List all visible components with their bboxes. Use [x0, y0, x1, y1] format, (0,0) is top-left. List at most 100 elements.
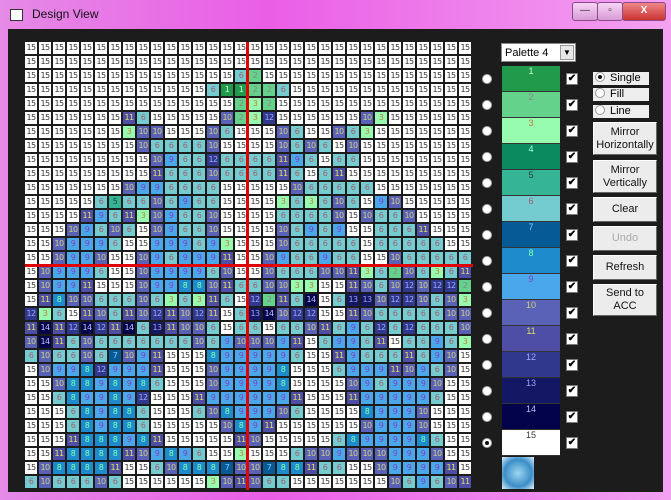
palette-checkbox-7[interactable]: ✔: [566, 229, 578, 241]
grid-cell[interactable]: 6: [333, 182, 345, 194]
grid-cell[interactable]: 10: [137, 140, 149, 152]
grid-cell[interactable]: 15: [53, 420, 65, 432]
grid-cell[interactable]: 15: [459, 462, 471, 474]
grid-cell[interactable]: 15: [179, 56, 191, 68]
grid-cell[interactable]: 9: [123, 364, 135, 376]
grid-cell[interactable]: 15: [375, 252, 387, 264]
grid-cell[interactable]: 6: [53, 476, 65, 488]
grid-cell[interactable]: 8: [81, 434, 93, 446]
title-bar[interactable]: Design View — ▫ X: [0, 0, 671, 28]
grid-cell[interactable]: 9: [389, 406, 401, 418]
grid-cell[interactable]: 15: [431, 210, 443, 222]
palette-dropdown[interactable]: Palette 4 ▼: [501, 43, 576, 62]
grid-cell[interactable]: 15: [207, 42, 219, 54]
grid-cell[interactable]: 12: [431, 280, 443, 292]
grid-cell[interactable]: 10: [445, 308, 457, 320]
grid-cell[interactable]: 10: [417, 406, 429, 418]
grid-cell[interactable]: 6: [347, 182, 359, 194]
grid-cell[interactable]: 11: [53, 448, 65, 460]
grid-cell[interactable]: 6: [193, 154, 205, 166]
grid-cell[interactable]: 11: [277, 168, 289, 180]
grid-cell[interactable]: 10: [53, 238, 65, 250]
grid-cell[interactable]: 15: [179, 434, 191, 446]
grid-cell[interactable]: 9: [277, 350, 289, 362]
grid-cell[interactable]: 15: [361, 42, 373, 54]
palette-radio-3[interactable]: [482, 126, 492, 136]
grid-cell[interactable]: 15: [431, 98, 443, 110]
grid-cell[interactable]: 9: [375, 406, 387, 418]
grid-cell[interactable]: 6: [179, 224, 191, 236]
grid-cell[interactable]: 15: [319, 280, 331, 292]
grid-cell[interactable]: 6: [67, 420, 79, 432]
grid-cell[interactable]: 6: [179, 168, 191, 180]
grid-cell[interactable]: 2: [249, 70, 261, 82]
grid-cell[interactable]: 15: [39, 56, 51, 68]
grid-cell[interactable]: 6: [165, 168, 177, 180]
grid-cell[interactable]: 15: [39, 140, 51, 152]
grid-cell[interactable]: 15: [137, 56, 149, 68]
grid-cell[interactable]: 6: [347, 154, 359, 166]
grid-cell[interactable]: 8: [67, 378, 79, 390]
grid-cell[interactable]: 15: [291, 42, 303, 54]
grid-cell[interactable]: 6: [165, 336, 177, 348]
grid-cell[interactable]: 15: [249, 126, 261, 138]
grid-cell[interactable]: 15: [39, 434, 51, 446]
grid-cell[interactable]: 6: [375, 238, 387, 250]
grid-cell[interactable]: 15: [277, 42, 289, 54]
grid-cell[interactable]: 11: [165, 322, 177, 334]
grid-cell[interactable]: 15: [389, 140, 401, 152]
grid-cell[interactable]: 15: [207, 448, 219, 460]
grid-cell[interactable]: 9: [389, 378, 401, 390]
grid-cell[interactable]: 15: [109, 182, 121, 194]
grid-cell[interactable]: 15: [249, 56, 261, 68]
grid-cell[interactable]: 15: [25, 140, 37, 152]
grid-cell[interactable]: 6: [109, 210, 121, 222]
grid-cell[interactable]: 6: [347, 196, 359, 208]
grid-cell[interactable]: 15: [67, 210, 79, 222]
grid-cell[interactable]: 15: [263, 224, 275, 236]
grid-cell[interactable]: 15: [67, 154, 79, 166]
grid-cell[interactable]: 15: [249, 140, 261, 152]
grid-cell[interactable]: 10: [39, 280, 51, 292]
grid-cell[interactable]: 10: [137, 294, 149, 306]
grid-cell[interactable]: 15: [445, 434, 457, 446]
grid-cell[interactable]: 15: [39, 168, 51, 180]
grid-cell[interactable]: 15: [459, 140, 471, 152]
grid-cell[interactable]: 9: [403, 406, 415, 418]
grid-cell[interactable]: 8: [81, 378, 93, 390]
grid-cell[interactable]: 15: [361, 84, 373, 96]
grid-cell[interactable]: 6: [25, 350, 37, 362]
grid-cell[interactable]: 15: [403, 42, 415, 54]
grid-cell[interactable]: 9: [263, 350, 275, 362]
grid-cell[interactable]: 10: [39, 476, 51, 488]
grid-cell[interactable]: 10: [403, 364, 415, 376]
grid-cell[interactable]: 10: [347, 140, 359, 152]
grid-cell[interactable]: 10: [207, 210, 219, 222]
grid-cell[interactable]: 11: [193, 392, 205, 404]
grid-cell[interactable]: 6: [291, 350, 303, 362]
grid-cell[interactable]: 11: [305, 462, 317, 474]
grid-cell[interactable]: 15: [417, 56, 429, 68]
grid-cell[interactable]: 3: [165, 294, 177, 306]
grid-cell[interactable]: 10: [179, 308, 191, 320]
grid-cell[interactable]: 6: [333, 238, 345, 250]
grid-cell[interactable]: 15: [123, 98, 135, 110]
grid-cell[interactable]: 3: [291, 280, 303, 292]
refresh-button[interactable]: Refresh: [593, 255, 657, 280]
grid-cell[interactable]: 9: [333, 224, 345, 236]
grid-cell[interactable]: 15: [459, 448, 471, 460]
grid-cell[interactable]: 15: [445, 154, 457, 166]
grid-cell[interactable]: 11: [445, 462, 457, 474]
grid-cell[interactable]: 15: [305, 98, 317, 110]
grid-cell[interactable]: 6: [53, 308, 65, 320]
grid-cell[interactable]: 10: [389, 476, 401, 488]
palette-radio-15[interactable]: [482, 438, 492, 448]
grid-cell[interactable]: 15: [319, 434, 331, 446]
grid-cell[interactable]: 10: [193, 336, 205, 348]
grid-cell[interactable]: 10: [193, 322, 205, 334]
grid-cell[interactable]: 15: [123, 168, 135, 180]
grid-cell[interactable]: 6: [291, 210, 303, 222]
grid-cell[interactable]: 11: [151, 364, 163, 376]
grid-cell[interactable]: 15: [319, 294, 331, 306]
grid-cell[interactable]: 15: [123, 84, 135, 96]
